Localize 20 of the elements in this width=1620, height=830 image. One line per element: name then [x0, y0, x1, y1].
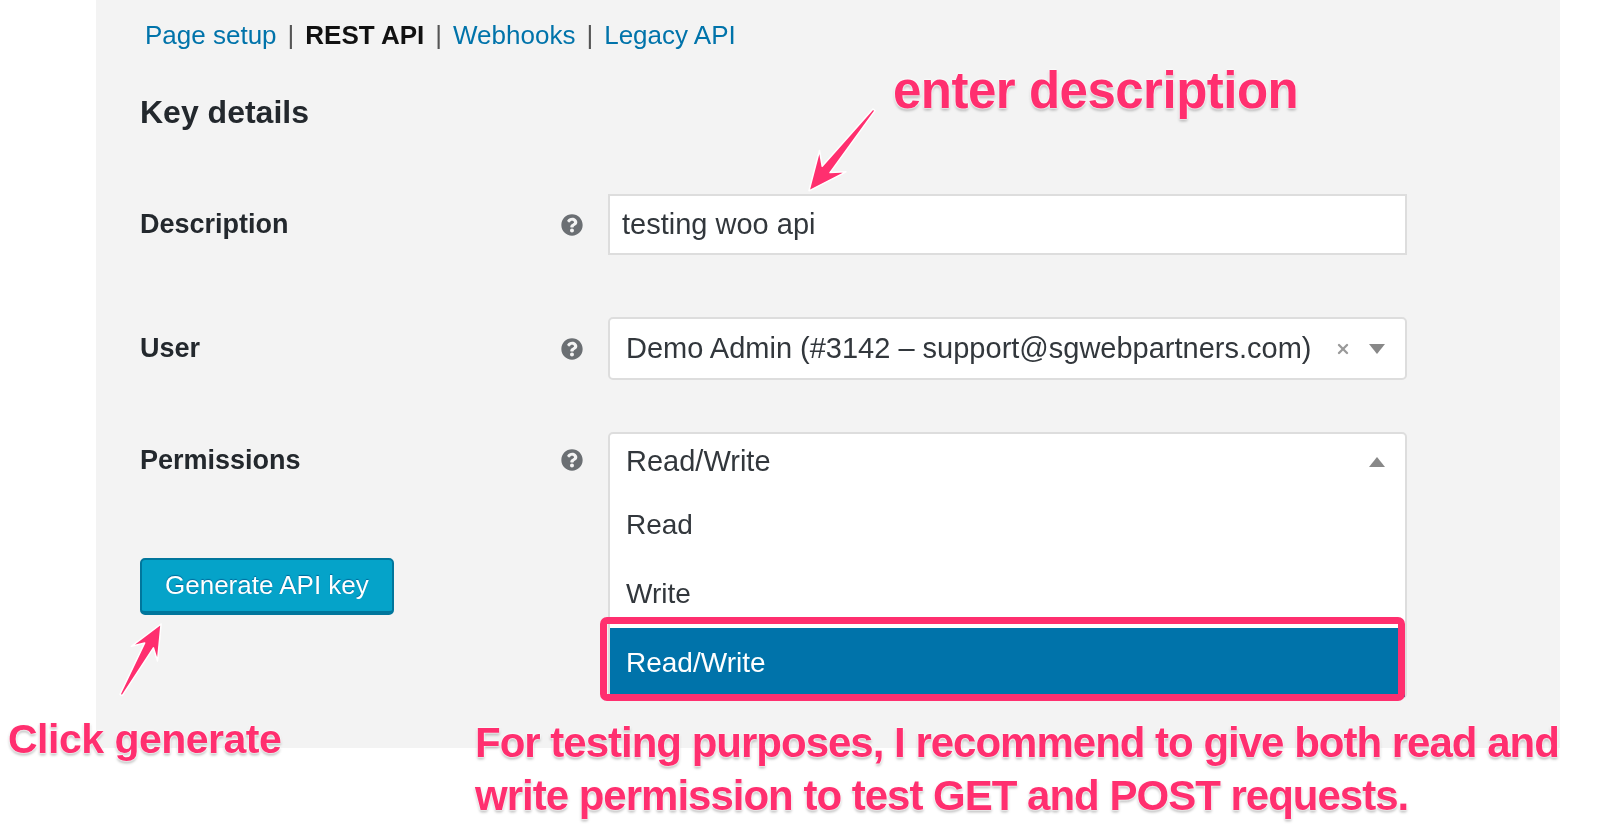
- nav-link[interactable]: Webhooks: [453, 15, 576, 55]
- field-label: User: [140, 332, 201, 366]
- section-heading: Key details: [140, 94, 309, 130]
- select-field[interactable]: Read/Write: [610, 434, 1405, 490]
- nav-separator: |: [434, 18, 444, 52]
- description-input[interactable]: testing woo api: [608, 194, 1407, 255]
- callout-label: Click generate: [8, 715, 282, 764]
- help-icon[interactable]: [561, 337, 583, 360]
- nav-link[interactable]: Page setup: [145, 15, 277, 55]
- nav-separator: |: [585, 18, 595, 52]
- nav-separator: |: [286, 18, 296, 52]
- help-icon[interactable]: [561, 213, 583, 236]
- callout-label: enter description: [893, 61, 1299, 121]
- callout-label: For testing purposes, I recommend to give both read and write permission to test GET and POST requests.: [475, 718, 1560, 821]
- nav-link[interactable]: REST API: [305, 15, 425, 55]
- help-icon[interactable]: [561, 449, 583, 471]
- nav-link[interactable]: Legacy API: [604, 15, 736, 55]
- field-label: Permissions: [140, 443, 301, 477]
- field-label: Description: [140, 208, 289, 242]
- select-field[interactable]: Demo Admin (#3142 – support@sgwebpartners.com): [608, 317, 1407, 380]
